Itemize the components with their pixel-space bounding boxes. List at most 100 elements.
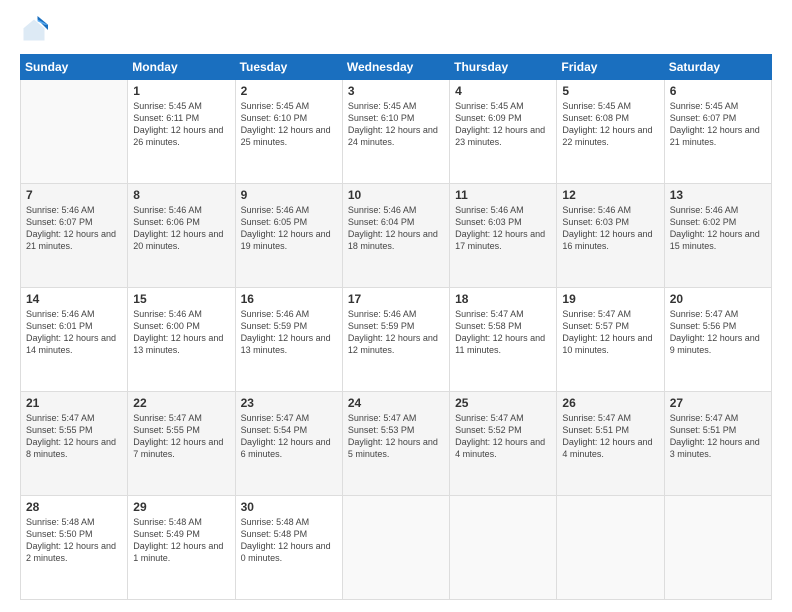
daylight-text: Daylight: 12 hours and 17 minutes. [455,228,551,252]
sunrise-text: Sunrise: 5:46 AM [455,204,551,216]
daylight-text: Daylight: 12 hours and 16 minutes. [562,228,658,252]
daylight-text: Daylight: 12 hours and 21 minutes. [26,228,122,252]
day-number: 21 [26,396,122,410]
sunset-text: Sunset: 6:07 PM [670,112,766,124]
day-number: 7 [26,188,122,202]
sunrise-text: Sunrise: 5:47 AM [670,412,766,424]
sunset-text: Sunset: 5:56 PM [670,320,766,332]
day-number: 8 [133,188,229,202]
day-number: 4 [455,84,551,98]
sunrise-text: Sunrise: 5:45 AM [455,100,551,112]
calendar-cell: 21 Sunrise: 5:47 AM Sunset: 5:55 PM Dayl… [21,392,128,496]
day-number: 16 [241,292,337,306]
daylight-text: Daylight: 12 hours and 8 minutes. [26,436,122,460]
sunset-text: Sunset: 6:00 PM [133,320,229,332]
cell-info: Sunrise: 5:46 AM Sunset: 6:03 PM Dayligh… [455,204,551,253]
daylight-text: Daylight: 12 hours and 19 minutes. [241,228,337,252]
sunrise-text: Sunrise: 5:46 AM [348,308,444,320]
week-row-1: 1 Sunrise: 5:45 AM Sunset: 6:11 PM Dayli… [21,80,772,184]
day-number: 17 [348,292,444,306]
column-header-friday: Friday [557,55,664,80]
calendar-cell: 3 Sunrise: 5:45 AM Sunset: 6:10 PM Dayli… [342,80,449,184]
calendar-cell: 10 Sunrise: 5:46 AM Sunset: 6:04 PM Dayl… [342,184,449,288]
calendar-cell [664,496,771,600]
cell-info: Sunrise: 5:48 AM Sunset: 5:50 PM Dayligh… [26,516,122,565]
daylight-text: Daylight: 12 hours and 15 minutes. [670,228,766,252]
day-number: 12 [562,188,658,202]
day-number: 19 [562,292,658,306]
calendar-cell: 14 Sunrise: 5:46 AM Sunset: 6:01 PM Dayl… [21,288,128,392]
sunrise-text: Sunrise: 5:46 AM [562,204,658,216]
day-number: 15 [133,292,229,306]
sunset-text: Sunset: 6:07 PM [26,216,122,228]
cell-info: Sunrise: 5:46 AM Sunset: 5:59 PM Dayligh… [241,308,337,357]
sunset-text: Sunset: 5:57 PM [562,320,658,332]
daylight-text: Daylight: 12 hours and 12 minutes. [348,332,444,356]
cell-info: Sunrise: 5:45 AM Sunset: 6:09 PM Dayligh… [455,100,551,149]
daylight-text: Daylight: 12 hours and 13 minutes. [241,332,337,356]
sunset-text: Sunset: 5:58 PM [455,320,551,332]
sunrise-text: Sunrise: 5:47 AM [562,308,658,320]
column-header-monday: Monday [128,55,235,80]
sunrise-text: Sunrise: 5:48 AM [133,516,229,528]
calendar-cell: 26 Sunrise: 5:47 AM Sunset: 5:51 PM Dayl… [557,392,664,496]
cell-info: Sunrise: 5:46 AM Sunset: 6:02 PM Dayligh… [670,204,766,253]
sunrise-text: Sunrise: 5:46 AM [670,204,766,216]
daylight-text: Daylight: 12 hours and 25 minutes. [241,124,337,148]
sunset-text: Sunset: 5:51 PM [562,424,658,436]
cell-info: Sunrise: 5:45 AM Sunset: 6:08 PM Dayligh… [562,100,658,149]
sunset-text: Sunset: 5:52 PM [455,424,551,436]
calendar-cell: 19 Sunrise: 5:47 AM Sunset: 5:57 PM Dayl… [557,288,664,392]
calendar-cell: 17 Sunrise: 5:46 AM Sunset: 5:59 PM Dayl… [342,288,449,392]
cell-info: Sunrise: 5:46 AM Sunset: 6:00 PM Dayligh… [133,308,229,357]
cell-info: Sunrise: 5:47 AM Sunset: 5:51 PM Dayligh… [670,412,766,461]
calendar-cell [21,80,128,184]
daylight-text: Daylight: 12 hours and 3 minutes. [670,436,766,460]
calendar-cell [342,496,449,600]
calendar-cell: 2 Sunrise: 5:45 AM Sunset: 6:10 PM Dayli… [235,80,342,184]
day-number: 22 [133,396,229,410]
cell-info: Sunrise: 5:47 AM Sunset: 5:55 PM Dayligh… [133,412,229,461]
daylight-text: Daylight: 12 hours and 13 minutes. [133,332,229,356]
sunset-text: Sunset: 6:10 PM [348,112,444,124]
calendar-cell: 13 Sunrise: 5:46 AM Sunset: 6:02 PM Dayl… [664,184,771,288]
sunrise-text: Sunrise: 5:47 AM [26,412,122,424]
sunrise-text: Sunrise: 5:47 AM [455,308,551,320]
sunrise-text: Sunrise: 5:46 AM [133,308,229,320]
week-row-5: 28 Sunrise: 5:48 AM Sunset: 5:50 PM Dayl… [21,496,772,600]
week-row-2: 7 Sunrise: 5:46 AM Sunset: 6:07 PM Dayli… [21,184,772,288]
day-number: 2 [241,84,337,98]
header-row: SundayMondayTuesdayWednesdayThursdayFrid… [21,55,772,80]
daylight-text: Daylight: 12 hours and 20 minutes. [133,228,229,252]
column-header-thursday: Thursday [450,55,557,80]
daylight-text: Daylight: 12 hours and 23 minutes. [455,124,551,148]
calendar-cell [557,496,664,600]
daylight-text: Daylight: 12 hours and 26 minutes. [133,124,229,148]
sunset-text: Sunset: 6:03 PM [562,216,658,228]
daylight-text: Daylight: 12 hours and 22 minutes. [562,124,658,148]
sunset-text: Sunset: 5:49 PM [133,528,229,540]
cell-info: Sunrise: 5:47 AM Sunset: 5:58 PM Dayligh… [455,308,551,357]
sunrise-text: Sunrise: 5:46 AM [241,308,337,320]
cell-info: Sunrise: 5:45 AM Sunset: 6:11 PM Dayligh… [133,100,229,149]
day-number: 11 [455,188,551,202]
sunrise-text: Sunrise: 5:46 AM [26,204,122,216]
cell-info: Sunrise: 5:46 AM Sunset: 6:05 PM Dayligh… [241,204,337,253]
sunset-text: Sunset: 6:02 PM [670,216,766,228]
cell-info: Sunrise: 5:45 AM Sunset: 6:07 PM Dayligh… [670,100,766,149]
calendar-cell: 23 Sunrise: 5:47 AM Sunset: 5:54 PM Dayl… [235,392,342,496]
daylight-text: Daylight: 12 hours and 18 minutes. [348,228,444,252]
cell-info: Sunrise: 5:46 AM Sunset: 6:04 PM Dayligh… [348,204,444,253]
calendar-table: SundayMondayTuesdayWednesdayThursdayFrid… [20,54,772,600]
day-number: 24 [348,396,444,410]
day-number: 13 [670,188,766,202]
daylight-text: Daylight: 12 hours and 10 minutes. [562,332,658,356]
column-header-saturday: Saturday [664,55,771,80]
sunset-text: Sunset: 5:54 PM [241,424,337,436]
day-number: 29 [133,500,229,514]
sunset-text: Sunset: 6:11 PM [133,112,229,124]
sunset-text: Sunset: 6:08 PM [562,112,658,124]
week-row-3: 14 Sunrise: 5:46 AM Sunset: 6:01 PM Dayl… [21,288,772,392]
daylight-text: Daylight: 12 hours and 4 minutes. [562,436,658,460]
calendar-cell: 9 Sunrise: 5:46 AM Sunset: 6:05 PM Dayli… [235,184,342,288]
